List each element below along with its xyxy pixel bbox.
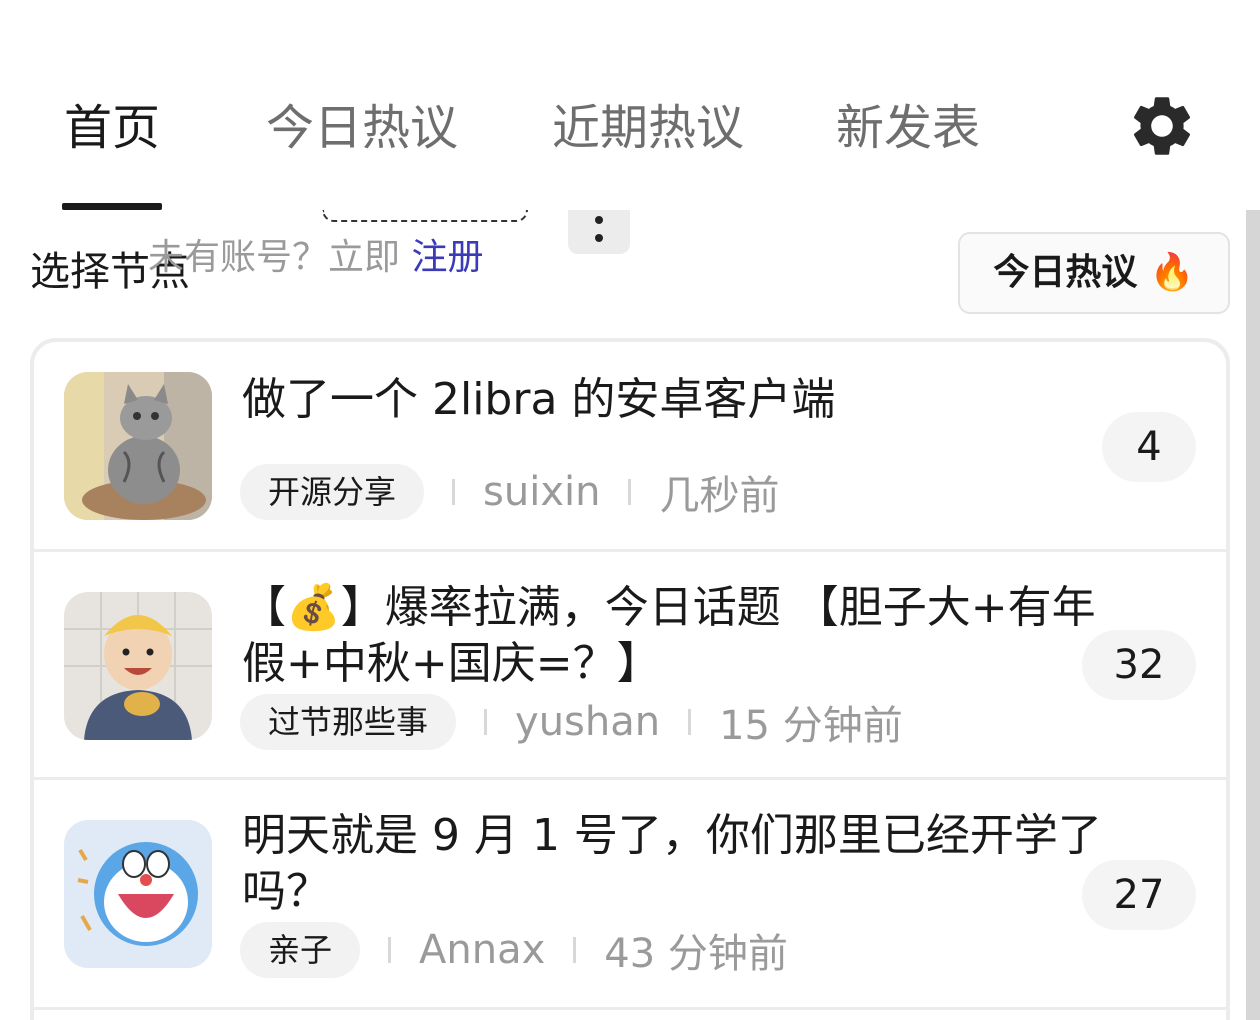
topic-row[interactable]: 做了一个 2libra 的安卓客户端 开源分享 suixin 几秒前 4 (34, 342, 1226, 552)
node-tag[interactable]: 过节那些事 (240, 694, 457, 750)
topic-row[interactable]: 明天就是 9 月 1 号了，你们那里已经开学了吗？ 亲子 Annax 43 分钟… (34, 780, 1226, 1010)
reply-count: 27 (1082, 860, 1196, 930)
topic-title[interactable]: 做了一个 2libra 的安卓客户端 (242, 372, 1102, 428)
topic-title[interactable]: 明天就是 9 月 1 号了，你们那里已经开学了吗？ (242, 808, 1102, 920)
more-options-button[interactable] (568, 210, 630, 254)
post-time: 15 分钟前 (719, 703, 903, 749)
topic-row[interactable]: 【💰】爆率拉满，今日话题 【胆子大+有年假+中秋+国庆=？】 过节那些事 yus… (34, 552, 1226, 780)
topic-list: 做了一个 2libra 的安卓客户端 开源分享 suixin 几秒前 4 【💰】… (30, 338, 1230, 1020)
signup-tip: 未有账号？立即 注册 (148, 234, 483, 282)
cat-avatar[interactable] (64, 372, 212, 520)
node-tag[interactable]: 亲子 (240, 922, 361, 978)
divider (628, 479, 632, 505)
post-time: 几秒前 (659, 473, 780, 519)
today-hot-button[interactable]: 今日热议 🔥 (958, 232, 1230, 314)
reply-count: 4 (1102, 412, 1196, 482)
popup-edge (322, 210, 528, 222)
divider (484, 709, 488, 735)
reply-count: 32 (1082, 630, 1196, 700)
divider (573, 937, 577, 963)
divider (388, 937, 392, 963)
topic-meta: 亲子 Annax 43 分钟前 (240, 922, 788, 978)
tab-home[interactable]: 首页 (64, 98, 160, 158)
post-time: 43 分钟前 (604, 931, 788, 977)
today-hot-label: 今日热议 (993, 252, 1150, 293)
node-tag[interactable]: 开源分享 (240, 464, 425, 520)
divider (688, 709, 692, 735)
active-tab-indicator (62, 203, 162, 210)
scrollbar[interactable] (1246, 210, 1260, 1020)
author-name[interactable]: suixin (483, 469, 600, 515)
topic-meta: 开源分享 suixin 几秒前 (240, 464, 779, 520)
author-name[interactable]: Annax (419, 927, 545, 973)
top-tab-bar: 首页 今日热议 近期热议 新发表 (0, 0, 1260, 210)
tab-recent-hot[interactable]: 近期热议 (552, 98, 744, 158)
fire-icon: 🔥 (1149, 252, 1195, 293)
more-dots-icon (595, 216, 603, 244)
gear-icon[interactable] (1126, 90, 1198, 162)
child-avatar[interactable] (64, 592, 212, 740)
tab-today-hot[interactable]: 今日热议 (266, 98, 458, 158)
topic-title[interactable]: 【💰】爆率拉满，今日话题 【胆子大+有年假+中秋+国庆=？】 (242, 580, 1102, 692)
tab-new-posts[interactable]: 新发表 (836, 98, 980, 158)
divider (452, 479, 456, 505)
signup-link[interactable]: 注册 (411, 237, 483, 278)
topic-meta: 过节那些事 yushan 15 分钟前 (240, 694, 903, 750)
signup-tip-text: 未有账号？立即 (148, 237, 412, 278)
author-name[interactable]: yushan (515, 699, 660, 745)
doraemon-avatar[interactable] (64, 820, 212, 968)
